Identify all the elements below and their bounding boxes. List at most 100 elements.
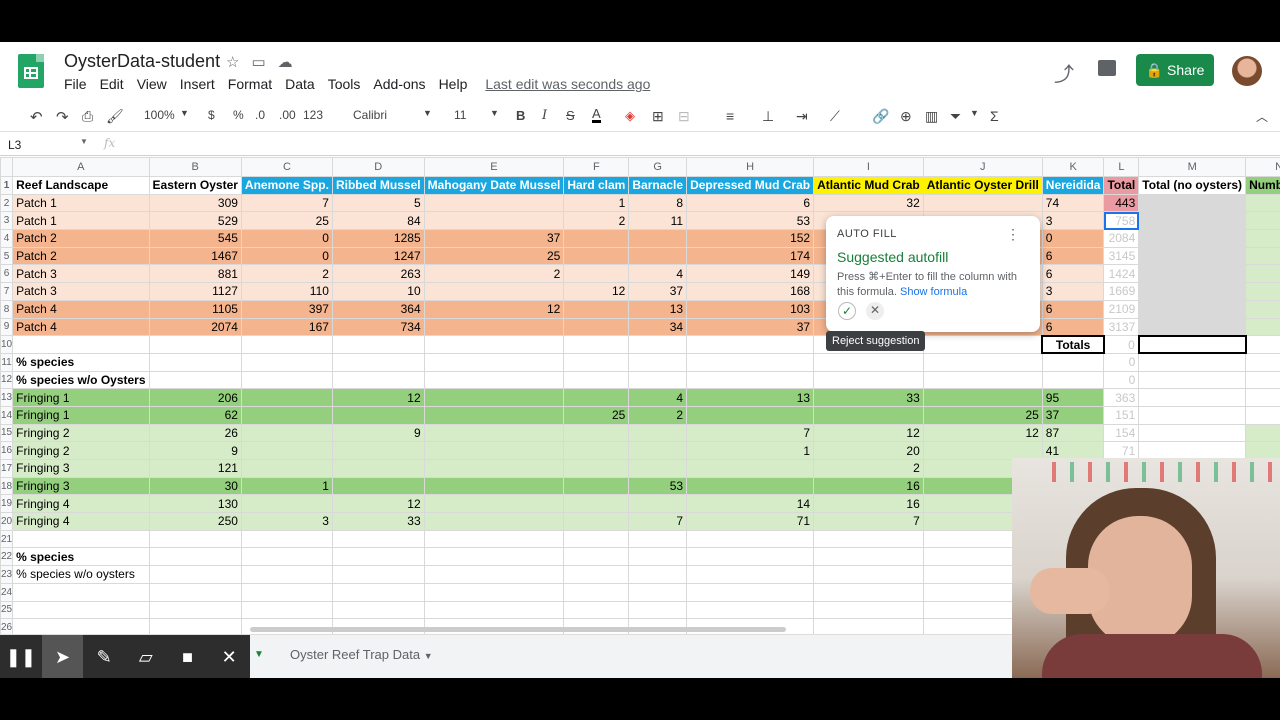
- avatar[interactable]: [1232, 56, 1262, 86]
- cell[interactable]: [1041, 352, 1105, 372]
- row-header[interactable]: 23: [0, 565, 14, 584]
- cell[interactable]: [1138, 423, 1247, 443]
- cell[interactable]: Hard clam: [563, 176, 630, 195]
- cell[interactable]: [628, 582, 688, 602]
- column-header-i[interactable]: I: [813, 157, 924, 177]
- cell[interactable]: [423, 565, 565, 584]
- cell[interactable]: 529: [148, 211, 242, 231]
- cell[interactable]: 37: [1041, 405, 1105, 425]
- cell[interactable]: 168: [686, 282, 815, 301]
- cell[interactable]: [1245, 193, 1280, 213]
- column-header-f[interactable]: F: [563, 157, 630, 177]
- cell[interactable]: [563, 476, 630, 496]
- cell[interactable]: [628, 246, 688, 266]
- cell[interactable]: % species w/o oysters: [12, 565, 150, 584]
- cell[interactable]: [922, 370, 1043, 390]
- cell[interactable]: [423, 405, 565, 425]
- cell[interactable]: Total (no oysters): [1138, 176, 1247, 195]
- cell[interactable]: [331, 459, 425, 478]
- cell[interactable]: [563, 600, 630, 620]
- cell[interactable]: [813, 405, 924, 425]
- cell[interactable]: 206: [148, 388, 242, 407]
- column-header-n[interactable]: N: [1245, 157, 1280, 177]
- cell[interactable]: [563, 246, 630, 266]
- cell[interactable]: 12: [423, 299, 565, 319]
- paint-format-icon[interactable]: 🖌: [106, 108, 124, 125]
- cell[interactable]: Fringing 1: [12, 388, 150, 407]
- cell[interactable]: Barnacle: [628, 176, 688, 195]
- cell[interactable]: Nereidida: [1041, 176, 1105, 195]
- cell[interactable]: 95: [1041, 388, 1105, 407]
- cell[interactable]: [423, 582, 565, 602]
- cell[interactable]: 6: [1041, 317, 1105, 337]
- document-title[interactable]: OysterData-student: [64, 51, 220, 72]
- cell[interactable]: 0: [240, 246, 333, 266]
- cell[interactable]: [563, 494, 630, 514]
- cell[interactable]: [1138, 299, 1247, 319]
- cell[interactable]: 11: [628, 211, 688, 231]
- cell[interactable]: [628, 352, 688, 372]
- cell[interactable]: 0: [1041, 229, 1105, 248]
- cell[interactable]: [148, 565, 242, 584]
- cell[interactable]: [1245, 299, 1280, 319]
- cell[interactable]: [240, 405, 333, 425]
- cell[interactable]: [240, 441, 333, 460]
- cell[interactable]: [148, 370, 242, 390]
- more-options-icon[interactable]: ⋮: [1006, 226, 1020, 243]
- cell[interactable]: Patch 3: [12, 264, 150, 284]
- cell[interactable]: [240, 388, 333, 407]
- cell[interactable]: [563, 565, 630, 584]
- cell[interactable]: [148, 547, 242, 567]
- cell[interactable]: [1138, 246, 1247, 266]
- cell[interactable]: 364: [331, 299, 425, 319]
- cell[interactable]: 0: [1103, 352, 1140, 372]
- cell[interactable]: Fringing 2: [12, 441, 150, 460]
- cell[interactable]: [1138, 352, 1247, 372]
- cell[interactable]: 4: [628, 388, 688, 407]
- cell[interactable]: [1245, 317, 1280, 337]
- cell[interactable]: Depressed Mud Crab: [686, 176, 815, 195]
- decrease-decimal-button[interactable]: .0: [255, 108, 265, 122]
- cell[interactable]: [240, 529, 333, 549]
- cell[interactable]: [563, 229, 630, 248]
- cell[interactable]: [922, 335, 1043, 354]
- cell[interactable]: [12, 335, 150, 354]
- cell[interactable]: 12: [331, 494, 425, 514]
- cell[interactable]: [240, 494, 333, 514]
- cell[interactable]: 87: [1041, 423, 1105, 443]
- cell[interactable]: [686, 582, 815, 602]
- sheet-tab-menu-icon[interactable]: ▼: [424, 651, 433, 661]
- cell[interactable]: [1245, 352, 1280, 372]
- text-wrap-icon[interactable]: ⇥: [796, 108, 808, 125]
- cell[interactable]: 71: [686, 512, 815, 531]
- cell[interactable]: Atlantic Mud Crab: [813, 176, 924, 195]
- menu-view[interactable]: View: [137, 76, 167, 92]
- cell[interactable]: [12, 600, 150, 620]
- sheet-tab-chevron-icon[interactable]: ▼: [254, 649, 264, 660]
- row-header[interactable]: 8: [0, 299, 14, 319]
- cell[interactable]: Eastern Oyster: [148, 176, 242, 195]
- cell[interactable]: [423, 529, 565, 549]
- cell[interactable]: 84: [331, 211, 425, 231]
- cell[interactable]: 2109: [1103, 299, 1140, 319]
- cell[interactable]: [563, 370, 630, 390]
- cell[interactable]: Totals: [1041, 334, 1105, 355]
- menu-insert[interactable]: Insert: [180, 76, 215, 92]
- increase-decimal-button[interactable]: .00: [279, 108, 296, 122]
- cell[interactable]: [423, 494, 565, 514]
- cell[interactable]: 174: [686, 246, 815, 266]
- cell[interactable]: [423, 512, 565, 531]
- cell[interactable]: Patch 1: [12, 211, 150, 231]
- cell[interactable]: [922, 193, 1043, 213]
- strikethrough-icon[interactable]: S: [566, 108, 575, 123]
- cell[interactable]: [686, 600, 815, 620]
- cell[interactable]: [1245, 388, 1280, 407]
- row-header[interactable]: 17: [0, 459, 14, 478]
- cell[interactable]: [813, 600, 924, 620]
- cell[interactable]: Anemone Spp.: [240, 176, 333, 195]
- cell[interactable]: 16: [813, 476, 924, 496]
- cell[interactable]: [1138, 441, 1247, 460]
- column-header-g[interactable]: G: [628, 157, 688, 177]
- reject-suggestion-button[interactable]: ✕: [866, 302, 884, 320]
- cell[interactable]: 443: [1103, 193, 1140, 213]
